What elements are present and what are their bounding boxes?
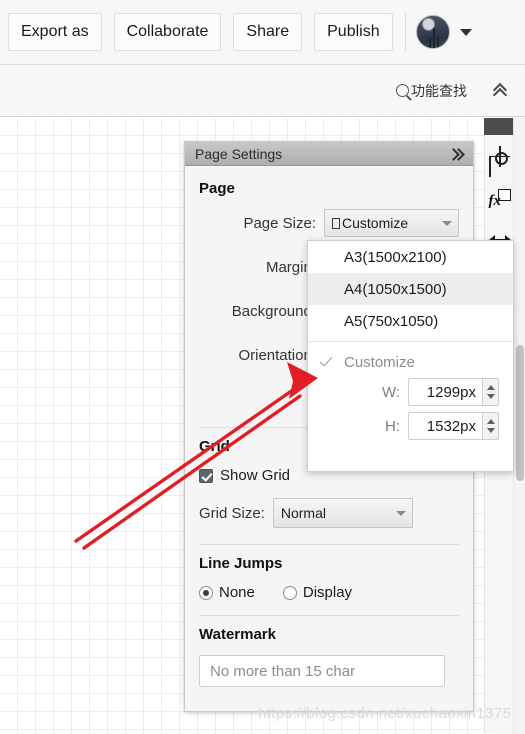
customize-label: Customize <box>344 353 415 371</box>
grid-size-row: Grid Size: Normal <box>199 498 459 528</box>
orientation-label: Orientation: <box>238 346 316 364</box>
section-divider-watermark <box>199 615 459 616</box>
height-input[interactable] <box>408 412 482 440</box>
publish-button[interactable]: Publish <box>314 13 393 51</box>
line-jumps-none-radio[interactable] <box>199 585 213 600</box>
dropdown-option-a5[interactable]: A5(750x1050) <box>308 305 513 337</box>
width-stepper[interactable] <box>408 378 499 406</box>
search-icon <box>396 84 409 97</box>
page-size-select[interactable]: Customize <box>324 209 459 237</box>
line-jumps-display-label: Display <box>302 584 353 601</box>
dropdown-option-a4[interactable]: A4(1050x1500) <box>308 273 513 305</box>
top-toolbar: Export as Collaborate Share Publish <box>0 0 525 65</box>
dropdown-option-a3[interactable]: A3(1500x2100) <box>308 241 513 273</box>
rail-header-strip <box>484 118 513 135</box>
fx-glyph: fx <box>488 192 502 209</box>
checkmark-icon <box>320 358 335 367</box>
show-grid-checkbox[interactable] <box>199 468 213 483</box>
share-button[interactable]: Share <box>233 13 303 51</box>
page-section-heading: Page <box>199 180 235 197</box>
page-size-value: Customize <box>332 215 408 231</box>
export-as-button[interactable]: Export as <box>8 13 102 51</box>
chevron-down-icon <box>395 510 406 516</box>
collaborate-button[interactable]: Collaborate <box>113 13 222 51</box>
page-size-dropdown: A3(1500x2100) A4(1050x1500) A5(750x1050)… <box>307 240 514 472</box>
dropdown-divider <box>308 341 513 342</box>
scrollbar-thumb[interactable] <box>516 345 524 481</box>
chevron-double-up-icon[interactable] <box>493 82 511 100</box>
custom-height-row: H: <box>308 412 513 440</box>
width-spinner-arrows-icon[interactable] <box>482 378 499 406</box>
vertical-scrollbar[interactable] <box>513 118 525 734</box>
page-settings-header[interactable]: Page Settings <box>185 142 473 166</box>
grid-size-label: Grid Size: <box>199 504 265 522</box>
page-size-row: Page Size: Customize <box>199 209 459 237</box>
section-divider-linejumps <box>199 544 459 545</box>
grid-size-value: Normal <box>280 505 326 521</box>
feature-search-label: 功能查找 <box>411 82 467 99</box>
search-row: 功能查找 <box>0 65 525 117</box>
feature-search[interactable]: 功能查找 <box>396 81 467 101</box>
chevron-down-icon <box>442 220 452 226</box>
target-crosshair-icon[interactable] <box>485 135 514 177</box>
missing-glyph-icon <box>332 218 340 229</box>
line-jumps-heading: Line Jumps <box>199 555 283 572</box>
height-stepper[interactable] <box>408 412 499 440</box>
line-jumps-radio-group: None Display <box>199 584 459 601</box>
dropdown-option-customize[interactable]: Customize <box>308 346 513 378</box>
line-jumps-none-label: None <box>219 584 255 601</box>
page-size-label: Page Size: <box>243 214 316 232</box>
watermark-heading: Watermark <box>199 626 276 643</box>
width-label: W: <box>381 383 400 401</box>
line-jumps-display-radio[interactable] <box>282 585 297 600</box>
fx-function-icon[interactable]: fx <box>485 177 514 219</box>
show-grid-label: Show Grid <box>220 467 291 484</box>
chevron-double-right-icon[interactable] <box>449 148 465 160</box>
diagram-editor-window: Export as Collaborate Share Publish 功能查找… <box>0 0 525 734</box>
height-spinner-arrows-icon[interactable] <box>482 412 499 440</box>
caret-down-icon[interactable] <box>459 28 472 36</box>
watermark-input[interactable] <box>199 655 445 687</box>
toolbar-divider <box>404 13 406 51</box>
panel-title: Page Settings <box>195 145 283 162</box>
width-input[interactable] <box>408 378 482 406</box>
blog-watermark: https://blog.csdn.net/xuchaoxin1375 <box>258 705 512 722</box>
grid-size-select[interactable]: Normal <box>272 498 413 528</box>
height-label: H: <box>385 417 400 435</box>
background-label: Background: <box>231 302 316 320</box>
custom-width-row: W: <box>308 378 513 406</box>
user-avatar[interactable] <box>415 15 450 49</box>
